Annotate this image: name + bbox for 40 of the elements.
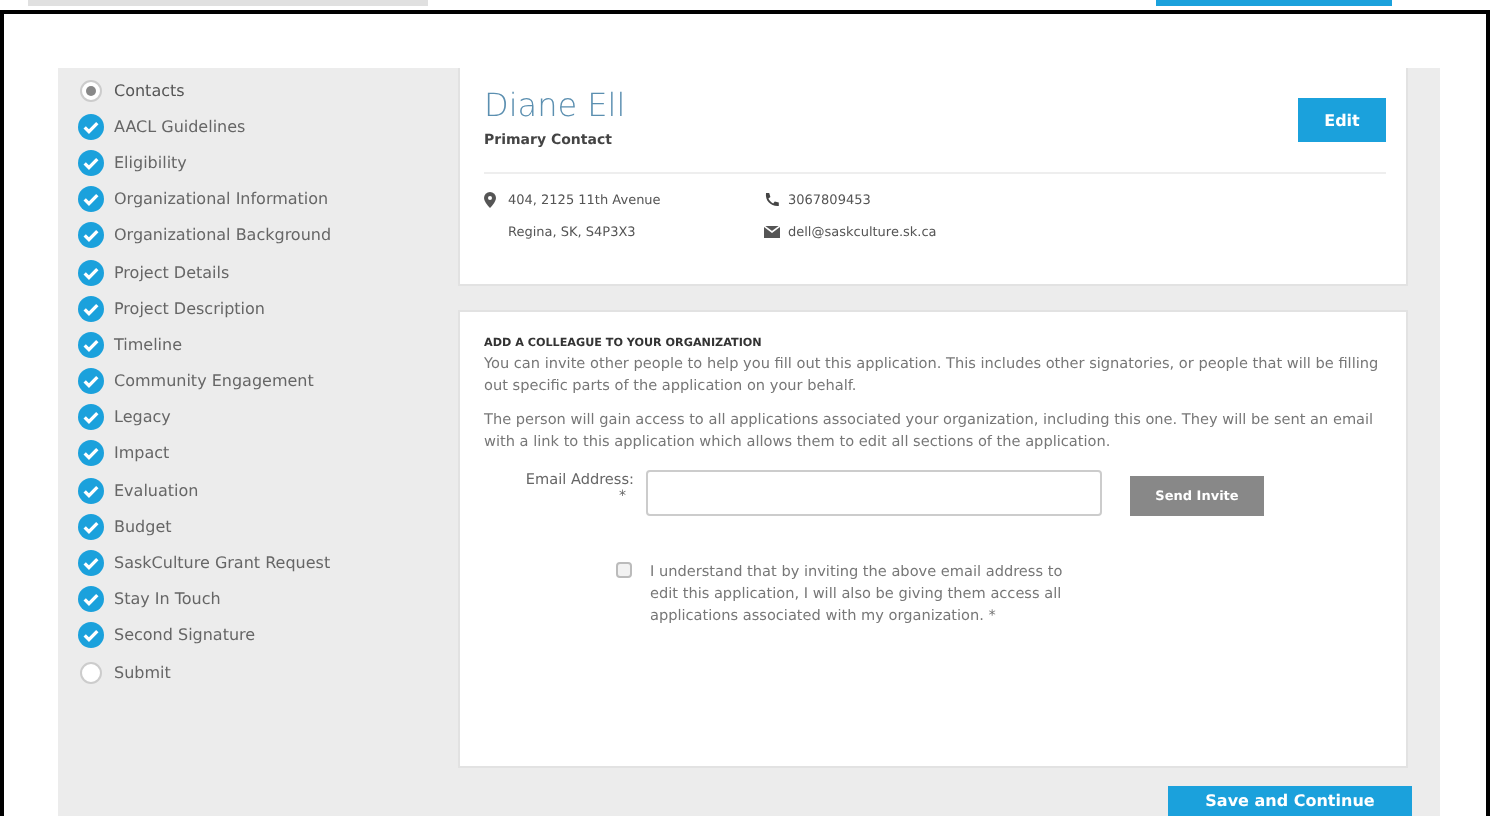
sidebar-item[interactable]: Impact	[114, 444, 170, 463]
sidebar-item[interactable]: Stay In Touch	[114, 590, 221, 609]
check-circle-icon	[78, 550, 104, 577]
sidebar-item[interactable]: SaskCulture Grant Request	[114, 554, 331, 573]
sidebar-item[interactable]: Evaluation	[114, 481, 199, 500]
consent-checkbox[interactable]	[616, 562, 632, 578]
check-circle-icon	[78, 368, 104, 395]
sidebar-item[interactable]: Legacy	[114, 408, 171, 427]
sidebar-item[interactable]: Contacts	[114, 81, 185, 100]
check-circle-icon	[78, 622, 104, 649]
sidebar-item[interactable]: Timeline	[114, 335, 183, 354]
sidebar-item[interactable]: Eligibility	[114, 153, 187, 172]
check-circle-icon	[78, 477, 104, 504]
location-pin-icon	[484, 192, 496, 208]
check-circle-icon	[78, 331, 104, 358]
sidebar-item[interactable]: Second Signature	[114, 626, 256, 645]
sidebar-item[interactable]: Community Engagement	[114, 372, 314, 391]
sidebar-item[interactable]: Submit	[114, 663, 171, 682]
check-circle-icon	[78, 586, 104, 613]
edit-button[interactable]: Edit	[1298, 98, 1386, 142]
sidebar-item[interactable]: Budget	[114, 517, 172, 536]
check-circle-icon	[78, 222, 104, 249]
mail-icon	[764, 226, 780, 238]
check-circle-icon	[78, 295, 104, 322]
check-circle-icon	[78, 186, 104, 213]
sidebar-item[interactable]: Organizational Background	[114, 226, 332, 245]
phone-icon	[764, 192, 780, 208]
check-circle-icon	[78, 404, 104, 431]
check-circle-icon	[78, 149, 104, 176]
check-circle-icon	[78, 513, 104, 540]
check-circle-icon	[78, 113, 104, 140]
save-and-continue-button[interactable]: Save and Continue	[1168, 786, 1412, 816]
email-input-field[interactable]	[646, 470, 1102, 516]
sidebar-item[interactable]: AACL Guidelines	[114, 117, 246, 136]
contact-name: Diane Ell	[484, 86, 626, 124]
sidebar-item[interactable]: Project Details	[114, 263, 230, 282]
check-circle-icon	[78, 259, 104, 286]
sidebar-item[interactable]: Project Description	[114, 299, 265, 318]
check-circle-icon	[78, 440, 104, 467]
sidebar-item[interactable]: Organizational Information	[114, 190, 329, 209]
